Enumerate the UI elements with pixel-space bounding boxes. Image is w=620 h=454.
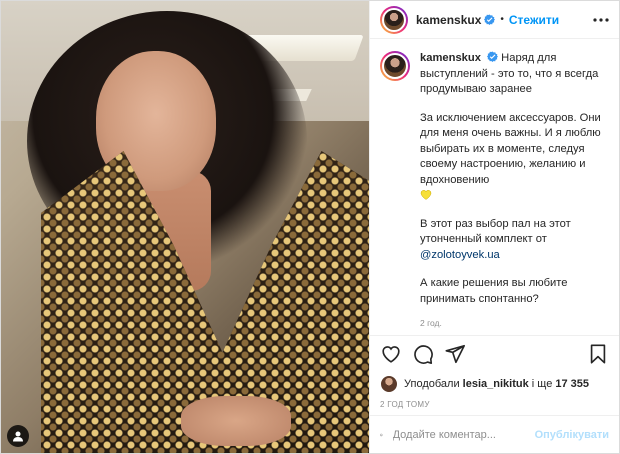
post-sidebar: kamenskux • Стежити kamenskux Наряд для … <box>369 1 619 453</box>
caption-paragraph-4: А какие решения вы любите принимать спон… <box>420 277 568 305</box>
like-heart-icon[interactable] <box>380 343 402 365</box>
caption-paragraph-3: В этот раз выбор пал на этот утонченный … <box>420 217 571 246</box>
comment-input[interactable] <box>392 428 535 441</box>
verified-badge-icon <box>484 14 496 25</box>
yellow-heart-emoji <box>420 190 432 200</box>
likes-summary: Уподобали lesia_nikituk і ще 17 355 <box>370 371 619 395</box>
header-separator: • <box>500 14 504 25</box>
likes-prefix: Уподобали <box>404 378 460 390</box>
liker-username[interactable]: lesia_nikituk <box>463 378 529 390</box>
caption-paragraph-2: За исключением аксессуаров. Они для меня… <box>420 111 601 186</box>
post-photo[interactable] <box>1 1 369 453</box>
comment-icon[interactable] <box>412 343 434 365</box>
emoji-icon[interactable] <box>380 425 383 445</box>
liker-avatar[interactable] <box>380 375 398 393</box>
caption-text: kamenskux Наряд для выступлений - это то… <box>420 51 609 335</box>
likes-middle: і ще <box>531 378 553 390</box>
caption-avatar[interactable] <box>380 51 410 81</box>
instagram-post: kamenskux • Стежити kamenskux Наряд для … <box>0 0 620 454</box>
more-options-button[interactable] <box>592 11 610 29</box>
caption-username[interactable]: kamenskux <box>420 52 481 64</box>
user-tag-button[interactable] <box>7 425 29 447</box>
more-options-icon <box>593 17 609 22</box>
author-username[interactable]: kamenskux <box>416 13 481 27</box>
author-avatar[interactable] <box>380 5 408 34</box>
bookmark-icon[interactable] <box>587 343 609 365</box>
caption-time-ago: 2 год. <box>420 318 442 328</box>
user-tag-icon <box>13 431 23 442</box>
likes-count[interactable]: 17 355 <box>555 378 589 390</box>
action-bar <box>370 335 619 371</box>
caption-area: kamenskux Наряд для выступлений - это то… <box>370 39 619 335</box>
comment-bar: Опублікувати <box>370 415 619 453</box>
verified-badge-icon <box>487 51 499 62</box>
post-header: kamenskux • Стежити <box>370 1 619 39</box>
posted-time: 2 ГОД ТОМУ <box>380 400 430 409</box>
publish-button[interactable]: Опублікувати <box>535 429 609 441</box>
follow-button[interactable]: Стежити <box>509 13 559 27</box>
photo-hand <box>181 396 291 446</box>
share-icon[interactable] <box>444 343 466 365</box>
brand-mention-link[interactable]: @zolotoyvek.ua <box>420 249 500 261</box>
